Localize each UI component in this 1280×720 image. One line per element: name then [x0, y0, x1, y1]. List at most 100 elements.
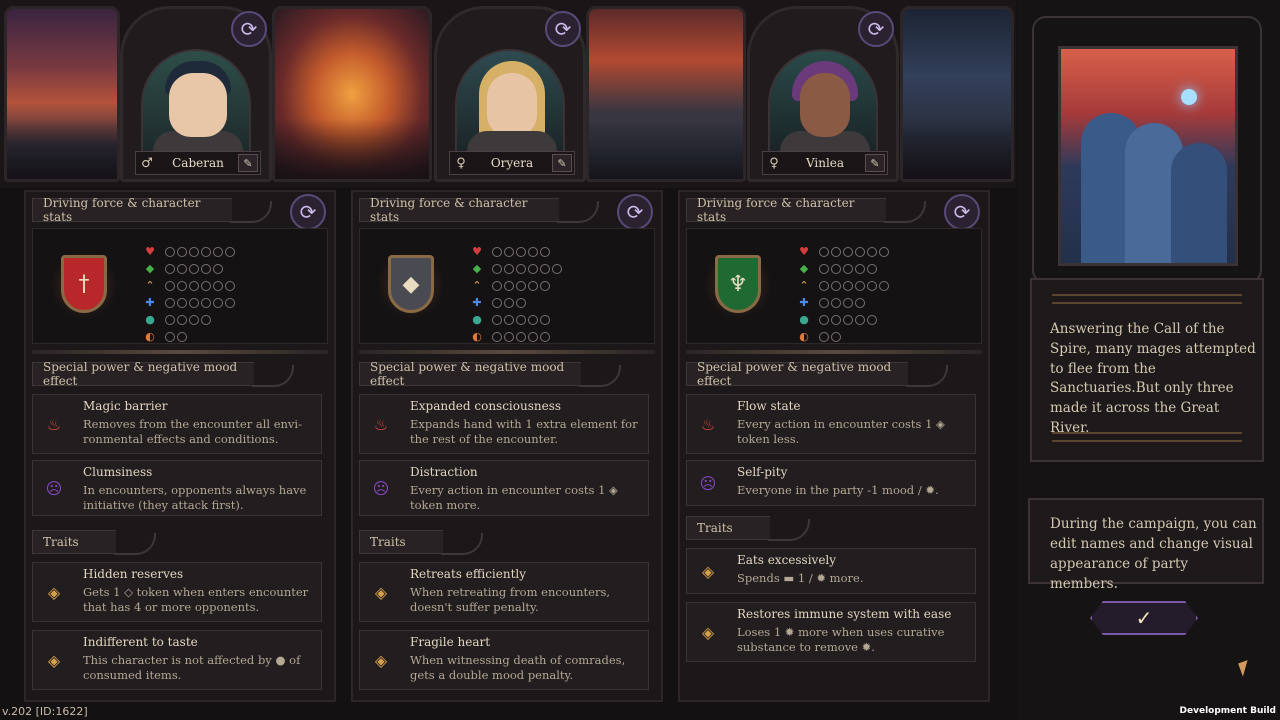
stat-dot	[819, 297, 829, 308]
portrait-caberan[interactable]: ⟳ ♂ Caberan ✎	[120, 6, 272, 182]
stat-row: ✚	[470, 294, 562, 311]
nameplate: ♂ Caberan ✎	[135, 151, 261, 175]
trait-card: ◈ Indifferent to taste This character is n…	[32, 630, 322, 690]
mood-effect-card: ☹ Clumsiness In encounters, opponents alwa…	[32, 460, 322, 516]
reroll-stats-button[interactable]: ⟳	[617, 194, 653, 230]
character-panel: Driving force & character stats ⟳ ◆ ♥ ◆ ⌃ ✚ ● ◐ S…	[351, 190, 663, 702]
reroll-portrait-button[interactable]: ⟳	[231, 11, 267, 47]
stat-dot	[504, 331, 514, 342]
stat-dot	[165, 314, 175, 325]
stat-row: ◐	[143, 328, 235, 345]
confirm-button[interactable]: ✓	[1090, 601, 1198, 635]
cross-icon: ✚	[472, 295, 482, 309]
stat-dots	[492, 331, 550, 342]
stat-dot	[225, 246, 235, 257]
version-label: v.202 [ID:1622]	[2, 705, 88, 718]
stat-dot	[177, 314, 187, 325]
card-text: Every action in encounter costs 1 ◈ toke…	[410, 483, 618, 512]
card-title: Flow state	[737, 399, 801, 413]
stat-dot	[831, 314, 841, 325]
stat-dot	[213, 263, 223, 274]
nameplate: ♀ Vinlea ✎	[762, 151, 888, 175]
stat-dot	[225, 280, 235, 291]
trait-card: ◈ Retreats efficiently When retreating fro…	[359, 562, 649, 622]
special-header: Special power & negative mood effect	[32, 360, 294, 388]
stat-row: ●	[143, 311, 235, 328]
portrait-oryera[interactable]: ⟳ ♀ Oryera ✎	[434, 6, 586, 182]
flame-icon: ♨	[373, 414, 389, 434]
stat-dot	[528, 263, 538, 274]
special-power-card: ♨ Magic barrier Removes from the encounter…	[32, 394, 322, 454]
reroll-stats-button[interactable]: ⟳	[944, 194, 980, 230]
orb-icon: ●	[145, 312, 155, 326]
edit-name-button[interactable]: ✎	[552, 154, 572, 172]
stat-row: ♥	[797, 243, 889, 260]
stat-dot	[165, 331, 175, 342]
stat-dots	[819, 314, 877, 325]
build-label: Development Build	[1179, 706, 1276, 716]
stat-dot	[516, 297, 526, 308]
stat-dots	[165, 280, 235, 291]
reroll-stats-button[interactable]: ⟳	[290, 194, 326, 230]
stat-row: ✚	[143, 294, 235, 311]
stat-dot	[504, 314, 514, 325]
stat-dot	[189, 263, 199, 274]
stat-row: ⌃	[143, 277, 235, 294]
crest-icon: ♆	[705, 249, 771, 321]
edit-name-button[interactable]: ✎	[865, 154, 885, 172]
stat-dots	[165, 314, 211, 325]
orb-icon: ●	[472, 312, 482, 326]
stat-dot	[867, 314, 877, 325]
special-power-card: ♨ Flow state Every action in encounter cos…	[686, 394, 976, 454]
male-icon: ♂	[141, 155, 153, 171]
ornament	[1052, 432, 1242, 442]
stat-row: ◆	[797, 260, 889, 277]
card-text: When witnessing death of comrades, gets …	[410, 653, 626, 682]
stat-dot	[201, 280, 211, 291]
stat-dot	[492, 314, 502, 325]
orb-icon: ●	[799, 312, 809, 326]
card-text: Gets 1 ◇ token when enters encounter tha…	[83, 585, 309, 614]
stat-dot	[213, 246, 223, 257]
edit-name-button[interactable]: ✎	[238, 154, 258, 172]
lore-panel: Answering the Call of the Spire, many ma…	[1030, 278, 1264, 462]
stat-dot	[879, 246, 889, 257]
stat-row: ⌃	[797, 277, 889, 294]
stat-row: ♥	[470, 243, 562, 260]
heart-icon: ♥	[799, 244, 809, 258]
reroll-portrait-button[interactable]: ⟳	[545, 11, 581, 47]
mask-icon: ☹	[45, 478, 63, 498]
stat-dot	[831, 280, 841, 291]
divider	[359, 350, 655, 354]
stat-dots	[165, 331, 187, 342]
character-name: Oryera	[490, 156, 534, 170]
stats-header: Driving force & character stats	[32, 196, 272, 224]
stat-dot	[189, 297, 199, 308]
mask-icon: ☹	[372, 478, 390, 498]
trait-diamond-icon: ◈	[47, 582, 61, 602]
reroll-portrait-button[interactable]: ⟳	[858, 11, 894, 47]
card-text: Removes from the encounter all envi-ronm…	[83, 417, 302, 446]
cross-icon: ✚	[799, 295, 809, 309]
portrait-vinlea[interactable]: ⟳ ♀ Vinlea ✎	[747, 6, 899, 182]
stat-dot	[540, 263, 550, 274]
stat-row: ◆	[143, 260, 235, 277]
stat-dot	[225, 297, 235, 308]
stats-box: ♆ ♥ ◆ ⌃ ✚ ● ◐	[686, 228, 982, 344]
stat-dot	[879, 280, 889, 291]
flame-icon: ♨	[46, 414, 62, 434]
crest-icon: ◆	[378, 249, 444, 321]
flame-icon: ♨	[700, 414, 716, 434]
special-header: Special power & negative mood effect	[686, 360, 948, 388]
scene-art-city	[272, 6, 432, 182]
stats-header: Driving force & character stats	[686, 196, 926, 224]
stat-row: ◆	[470, 260, 562, 277]
stats-box: † ♥ ◆ ⌃ ✚ ● ◐	[32, 228, 328, 344]
stat-dot	[516, 280, 526, 291]
stat-dots	[492, 280, 550, 291]
mood-effect-card: ☹ Self-pity Everyone in the party -1 mood …	[686, 460, 976, 506]
stats-header: Driving force & character stats	[359, 196, 599, 224]
stats-box: ◆ ♥ ◆ ⌃ ✚ ● ◐	[359, 228, 655, 344]
traits-header: Traits	[359, 530, 483, 555]
card-text: Every action in encounter costs 1 ◈ toke…	[737, 417, 945, 446]
